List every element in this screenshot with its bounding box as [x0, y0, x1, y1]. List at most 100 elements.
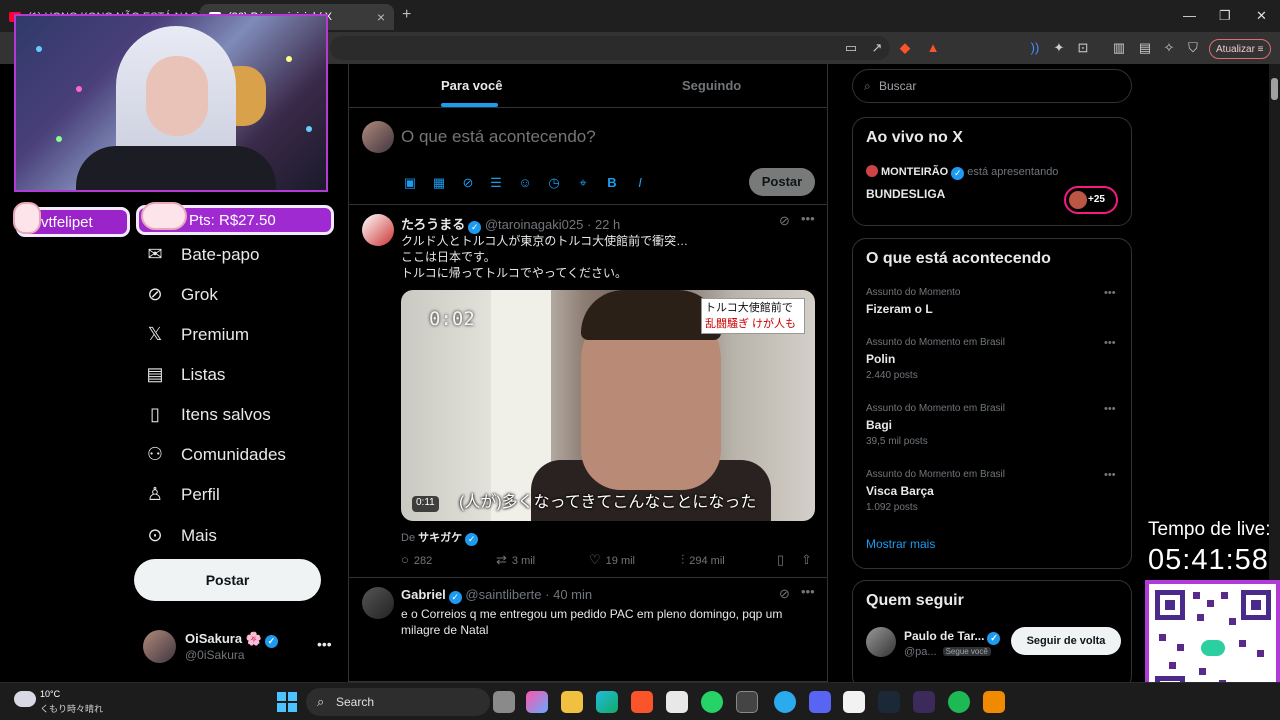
more-icon[interactable]: ••• [1104, 337, 1116, 349]
show-more-link[interactable]: Mostrar mais [866, 537, 935, 551]
video-source[interactable]: De サキガケ ✓ [401, 529, 479, 546]
trend-item[interactable]: Assunto do Momento em Brasil Bagi 39,5 m… [866, 403, 1122, 455]
wallet-card-icon[interactable]: ▤ [1136, 39, 1154, 57]
scroll-thumb[interactable] [1271, 78, 1278, 100]
tweet-video[interactable]: 0:02 トルコ大使館前で 乱闘騒ぎ けが人も (人が)多くなってきてこんなこと… [401, 290, 815, 521]
live-host[interactable]: MONTEIRÃO ✓ está apresentando [866, 165, 1058, 180]
tweet-author-name[interactable]: たろうまる [401, 217, 465, 232]
live-time-counter: 05:41:58 [1148, 544, 1269, 576]
task-view-icon[interactable] [493, 691, 515, 713]
spotify-icon[interactable] [948, 691, 970, 713]
tweet-author-handle: @saintliberte [465, 587, 542, 602]
follow-back-button[interactable]: Seguir de volta [1011, 627, 1121, 655]
file-explorer-icon[interactable] [561, 691, 583, 713]
close-tab-icon[interactable]: × [377, 9, 385, 25]
post-button[interactable]: Postar [134, 559, 321, 601]
trend-item[interactable]: Assunto do Momento em Brasil Polin 2.440… [866, 337, 1122, 389]
brave-rewards-icon[interactable]: ▲ [924, 39, 942, 57]
more-icon[interactable]: ••• [801, 584, 815, 599]
composer-post-button[interactable]: Postar [749, 168, 815, 196]
live-listeners-badge[interactable]: +25 [1064, 186, 1118, 214]
search-box[interactable]: ⌕ [852, 69, 1132, 103]
gif-icon[interactable]: ▦ [430, 174, 448, 192]
wallet-icon[interactable]: )) [1026, 39, 1044, 57]
tweet-time[interactable]: 22 h [595, 217, 620, 232]
streamer-body [76, 146, 276, 190]
tweet-author-name[interactable]: Gabriel [401, 587, 446, 602]
translate-icon[interactable]: ⊡ [1074, 39, 1092, 57]
vpn-icon[interactable]: ⛉ [1184, 39, 1202, 57]
grok-explain-icon[interactable]: ⊘ [779, 213, 790, 229]
app-icon[interactable] [913, 691, 935, 713]
avatar [362, 121, 394, 153]
profile-handle: @0iSakura [185, 648, 245, 662]
more-icon[interactable]: ••• [317, 636, 332, 652]
schedule-icon[interactable]: ◷ [545, 174, 563, 192]
reply-button[interactable]: ○ 282 [401, 552, 432, 567]
vlc-icon[interactable] [983, 691, 1005, 713]
tab-following[interactable]: Seguindo [682, 78, 741, 93]
taskbar-search-input[interactable] [336, 695, 446, 709]
restore-icon[interactable]: ❐ [1219, 8, 1231, 24]
repost-button[interactable]: ⇄ 3 mil [496, 552, 535, 568]
taskbar-search[interactable]: ⌕ [306, 688, 490, 716]
share-icon[interactable]: ↗ [868, 39, 886, 57]
italic-icon[interactable]: I [631, 174, 649, 192]
tweet[interactable]: Gabriel ✓ @saintliberte · 40 min ⊘ ••• e … [349, 578, 827, 682]
sidebar-toggle-icon[interactable]: ▥ [1110, 39, 1128, 57]
trend-item[interactable]: Assunto do Momento em Brasil Visca Barça… [866, 469, 1122, 521]
account-switcher[interactable]: OiSakura 🌸 ✓ @0iSakura ••• [143, 628, 333, 664]
like-button[interactable]: ♡ 19 mil [589, 552, 635, 568]
composer-input[interactable] [401, 127, 801, 147]
share-button[interactable]: ⇧ [801, 552, 817, 568]
brave-shields-icon[interactable]: ◆ [896, 39, 914, 57]
communities-icon: ⚇ [146, 444, 164, 464]
cast-icon[interactable]: ▭ [842, 39, 860, 57]
minimize-icon[interactable]: — [1183, 8, 1196, 23]
poll-icon[interactable]: ☰ [487, 174, 505, 192]
grok-explain-icon[interactable]: ⊘ [779, 586, 790, 602]
tweet-time[interactable]: 40 min [553, 587, 592, 602]
search-input[interactable] [879, 79, 1119, 93]
follows-you-badge: Segue você [942, 647, 991, 656]
telegram-icon[interactable] [774, 691, 796, 713]
obs-icon[interactable] [736, 691, 758, 713]
steam-icon[interactable] [878, 691, 900, 713]
avatar[interactable] [362, 587, 394, 619]
leo-ai-icon[interactable]: ✧ [1160, 39, 1178, 57]
store-icon[interactable] [666, 691, 688, 713]
close-window-icon[interactable]: ✕ [1256, 8, 1267, 24]
start-button[interactable] [277, 692, 297, 712]
capcut-icon[interactable] [843, 691, 865, 713]
views-button[interactable]: ⫶ 294 mil [681, 552, 725, 568]
video-news-caption: トルコ大使館前で 乱闘騒ぎ けが人も [701, 298, 805, 334]
follow-suggestion[interactable]: Paulo de Tar... ✓ @pa... Segue você Seguir… [866, 625, 1122, 661]
update-button[interactable]: Atualizar ≡ [1209, 39, 1271, 59]
whatsapp-icon[interactable] [701, 691, 723, 713]
tweet[interactable]: たろうまる ✓ @taroinagaki025 · 22 h ⊘ ••• クルド人… [349, 205, 827, 578]
weather-cloud-icon[interactable] [14, 691, 36, 707]
trend-item[interactable]: Assunto do Momento Fizeram o L ••• [866, 287, 1122, 339]
grok-icon[interactable]: ⊘ [459, 174, 477, 192]
bold-icon[interactable]: B [603, 174, 621, 192]
webcam-overlay [14, 14, 328, 192]
media-icon[interactable]: ▣ [401, 174, 419, 192]
more-icon[interactable]: ••• [801, 211, 815, 226]
live-show-title[interactable]: BUNDESLIGA [866, 187, 945, 201]
more-icon[interactable]: ••• [1104, 469, 1116, 481]
edge-icon[interactable] [596, 691, 618, 713]
emoji-icon[interactable]: ☺ [516, 174, 534, 192]
discord-icon[interactable] [809, 691, 831, 713]
location-icon[interactable]: ⌖ [574, 174, 592, 192]
more-icon[interactable]: ••• [1104, 403, 1116, 415]
tab-for-you[interactable]: Para você [441, 78, 502, 93]
brave-icon[interactable] [631, 691, 653, 713]
new-tab-icon[interactable]: + [402, 6, 411, 24]
address-bar[interactable] [330, 36, 890, 60]
copilot-icon[interactable] [526, 691, 548, 713]
card-title: Quem seguir [866, 592, 964, 609]
bookmark-button[interactable]: ▯ [777, 552, 789, 568]
extensions-icon[interactable]: ✦ [1050, 39, 1068, 57]
more-icon[interactable]: ••• [1104, 287, 1116, 299]
avatar[interactable] [362, 214, 394, 246]
